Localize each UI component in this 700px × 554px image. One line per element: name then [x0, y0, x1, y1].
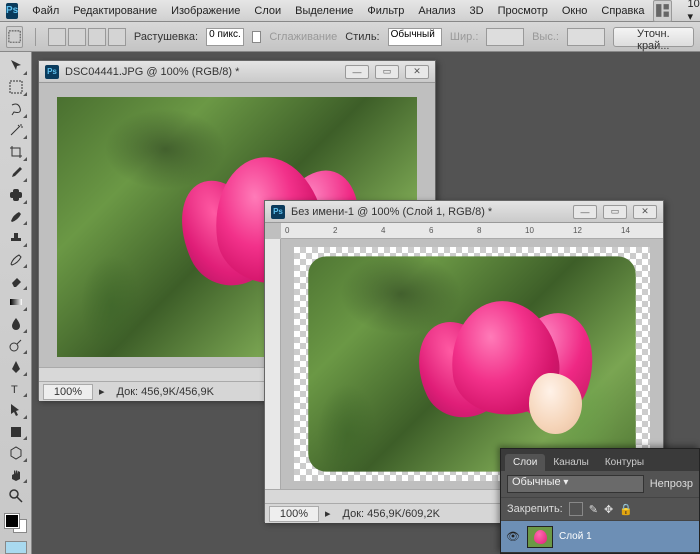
menubar: Ps Файл Редактирование Изображение Слои …: [0, 0, 700, 22]
eraser-tool[interactable]: [4, 271, 28, 291]
menu-file[interactable]: Файл: [26, 3, 65, 19]
quickmask-toggle[interactable]: [5, 541, 27, 554]
blur-tool[interactable]: [4, 314, 28, 334]
stamp-tool[interactable]: [4, 228, 28, 248]
feather-label: Растушевка:: [134, 31, 198, 43]
brush-tool[interactable]: [4, 207, 28, 227]
menu-window[interactable]: Окно: [556, 3, 594, 19]
menu-select[interactable]: Выделение: [289, 3, 359, 19]
lock-label: Закрепить:: [507, 503, 563, 515]
lasso-tool[interactable]: [4, 99, 28, 119]
menu-image[interactable]: Изображение: [165, 3, 246, 19]
shape-tool[interactable]: [4, 422, 28, 442]
color-swatches[interactable]: [5, 514, 27, 534]
app-logo: Ps: [6, 3, 18, 19]
style-select[interactable]: Обычный: [388, 28, 442, 46]
crop-tool[interactable]: [4, 142, 28, 162]
width-label: Шир.:: [450, 31, 478, 43]
separator: [35, 28, 36, 46]
doc-icon: Ps: [45, 65, 59, 79]
move-tool[interactable]: [4, 56, 28, 76]
antialias-label: Сглаживание: [269, 31, 337, 43]
minimize-button[interactable]: —: [345, 65, 369, 79]
hand-tool[interactable]: [4, 465, 28, 485]
refine-edge-button[interactable]: Уточн. край...: [613, 27, 694, 47]
menu-analysis[interactable]: Анализ: [412, 3, 461, 19]
3d-tool[interactable]: [4, 443, 28, 463]
tab-layers[interactable]: Слои: [505, 454, 545, 471]
wand-tool[interactable]: [4, 121, 28, 141]
minimize-button[interactable]: —: [573, 205, 597, 219]
ruler-horizontal[interactable]: 0 2 4 6 8 10 12 14: [281, 223, 663, 239]
tab-channels[interactable]: Каналы: [545, 454, 597, 471]
selection-mode-group: [48, 28, 126, 46]
doc1-titlebar[interactable]: Ps DSC04441.JPG @ 100% (RGB/8) * — ▭ ✕: [39, 61, 435, 83]
type-tool[interactable]: T: [4, 379, 28, 399]
doc2-title: Без имени-1 @ 100% (Слой 1, RGB/8) *: [291, 206, 492, 218]
marquee-tool[interactable]: [4, 78, 28, 98]
menu-edit[interactable]: Редактирование: [67, 3, 163, 19]
toolbox: T: [0, 52, 32, 554]
doc1-title: DSC04441.JPG @ 100% (RGB/8) *: [65, 66, 239, 78]
maximize-button[interactable]: ▭: [603, 205, 627, 219]
maximize-button[interactable]: ▭: [375, 65, 399, 79]
dodge-tool[interactable]: [4, 336, 28, 356]
lock-all-icon[interactable]: 🔒: [619, 503, 633, 516]
history-brush-tool[interactable]: [4, 250, 28, 270]
workspace: Ps DSC04441.JPG @ 100% (RGB/8) * — ▭ ✕ 1…: [32, 52, 700, 554]
zoom-display[interactable]: 100% ▾: [682, 0, 700, 25]
doc-icon: Ps: [271, 205, 285, 219]
lock-brush-icon[interactable]: ✎: [589, 503, 598, 516]
layers-panel: Слои Каналы Контуры Обычные ▾ Непрозр За…: [500, 448, 700, 554]
style-label: Стиль:: [345, 31, 379, 43]
chevron-right-icon[interactable]: ▸: [325, 507, 331, 520]
layer-name[interactable]: Слой 1: [559, 531, 592, 542]
options-bar: Растушевка: 0 пикс. Сглаживание Стиль: О…: [0, 22, 700, 52]
height-input: [567, 28, 605, 46]
lock-transparency-icon[interactable]: [569, 502, 583, 516]
menu-help[interactable]: Справка: [595, 3, 650, 19]
lock-move-icon[interactable]: ✥: [604, 503, 613, 516]
visibility-toggle[interactable]: 👁: [505, 529, 521, 545]
close-button[interactable]: ✕: [405, 65, 429, 79]
opacity-label: Непрозр: [650, 478, 693, 490]
new-selection-button[interactable]: [48, 28, 66, 46]
panel-tabs: Слои Каналы Контуры: [501, 449, 699, 471]
height-label: Выс.:: [532, 31, 559, 43]
tab-paths[interactable]: Контуры: [597, 454, 652, 471]
path-select-tool[interactable]: [4, 400, 28, 420]
doc2-canvas[interactable]: [294, 247, 650, 481]
healing-tool[interactable]: [4, 185, 28, 205]
add-selection-button[interactable]: [68, 28, 86, 46]
menu-view[interactable]: Просмотр: [492, 3, 554, 19]
workspace-switcher-icon[interactable]: [653, 0, 672, 22]
close-button[interactable]: ✕: [633, 205, 657, 219]
menu-3d[interactable]: 3D: [464, 3, 490, 19]
svg-text:T: T: [11, 384, 18, 396]
feather-input[interactable]: 0 пикс.: [206, 28, 244, 46]
doc2-titlebar[interactable]: Ps Без имени-1 @ 100% (Слой 1, RGB/8) * …: [265, 201, 663, 223]
doc1-zoom[interactable]: 100%: [43, 384, 93, 400]
pen-tool[interactable]: [4, 357, 28, 377]
marquee-tool-icon[interactable]: [6, 26, 23, 48]
chevron-right-icon[interactable]: ▸: [99, 385, 105, 398]
width-input: [486, 28, 524, 46]
eyedropper-tool[interactable]: [4, 164, 28, 184]
gradient-tool[interactable]: [4, 293, 28, 313]
layer-thumbnail[interactable]: [527, 526, 553, 548]
subtract-selection-button[interactable]: [88, 28, 106, 46]
layer-row[interactable]: 👁 Слой 1: [501, 521, 699, 553]
menu-filter[interactable]: Фильтр: [361, 3, 410, 19]
blend-mode-select[interactable]: Обычные ▾: [507, 475, 644, 493]
menu-layers[interactable]: Слои: [248, 3, 287, 19]
ruler-vertical[interactable]: [265, 239, 281, 489]
antialias-checkbox[interactable]: [252, 31, 262, 43]
zoom-tool[interactable]: [4, 486, 28, 506]
intersect-selection-button[interactable]: [108, 28, 126, 46]
doc2-zoom[interactable]: 100%: [269, 506, 319, 522]
